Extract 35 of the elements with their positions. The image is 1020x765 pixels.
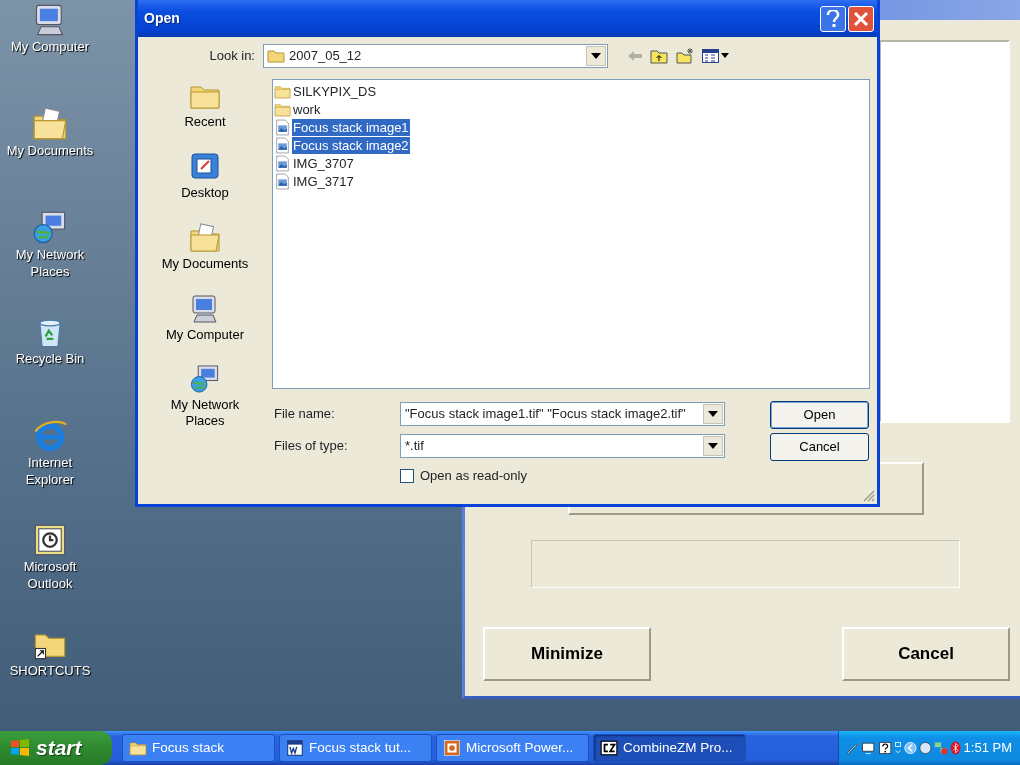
read-only-checkbox[interactable]: Open as read-only [400,466,725,486]
file-item[interactable]: IMG_3717 [292,172,355,190]
open-button[interactable]: Open [770,401,869,429]
desktop-icon-label[interactable]: My Documents [2,142,98,159]
look-in-label: Look in: [208,47,256,66]
file-item[interactable]: Focus stack image2 [292,136,410,154]
minimize-button[interactable]: Minimize [483,627,651,681]
desktop-icon-label[interactable]: Microsoft Outlook [2,558,98,592]
taskbar-button[interactable]: Microsoft Power... [436,734,589,762]
places-bar-item[interactable]: My Network Places [150,364,260,429]
clock: 1:51 PM [963,739,1012,758]
places-bar-item[interactable]: Recent [150,80,260,145]
taskbar-button[interactable]: CombineZM Pro... [593,734,746,762]
taskbar-button[interactable]: Focus stack [122,734,275,762]
file-type-dropdown[interactable]: *.tif [400,434,725,458]
file-name-field[interactable]: "Focus stack image1.tif" "Focus stack image2.tif" [400,402,725,426]
file-item[interactable]: SILKYPIX_DS [292,82,378,100]
taskbar-button[interactable]: Focus stack tut... [279,734,432,762]
desktop-icon-label[interactable]: SHORTCUTS [2,662,98,679]
file-type-label: Files of type: [274,437,349,456]
places-bar-item[interactable]: Desktop [150,151,260,216]
desktop-icon-label[interactable]: My Network Places [2,246,98,280]
look-in-dropdown[interactable]: 2007_05_12 [263,44,608,68]
cancel-button[interactable]: Cancel [842,627,1010,681]
desktop-icon-label[interactable]: Internet Explorer [2,454,98,488]
dialog-title: Open [144,9,181,28]
places-bar-item[interactable]: My Computer [150,293,260,358]
cancel-button[interactable]: Cancel [770,433,869,461]
file-item[interactable]: work [292,100,322,118]
desktop-icon-label[interactable]: Recycle Bin [2,350,98,367]
places-bar-item[interactable]: My Documents [150,222,260,287]
file-name-label: File name: [274,405,336,424]
file-item[interactable]: Focus stack image1 [292,118,410,136]
start-button[interactable]: start [0,731,112,765]
file-item[interactable]: IMG_3707 [292,154,355,172]
